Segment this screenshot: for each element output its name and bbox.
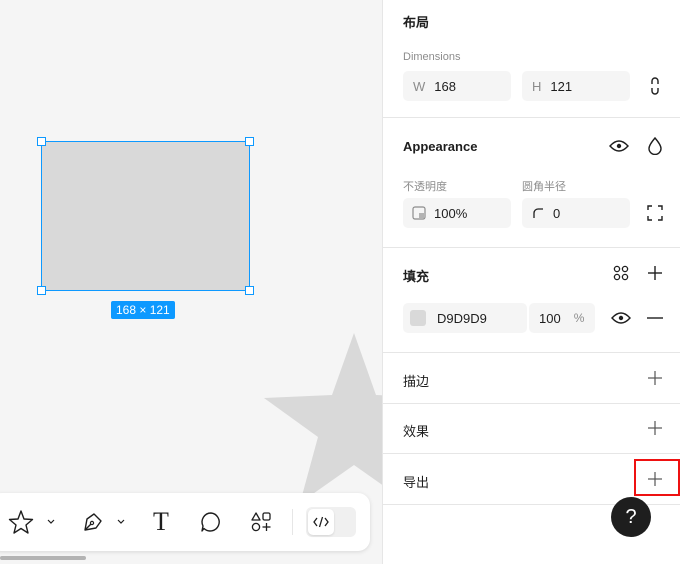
code-icon [313, 516, 329, 528]
remove-fill-button[interactable] [643, 306, 667, 330]
comment-tool-button[interactable] [196, 507, 226, 537]
fill-opacity-unit: % [573, 311, 585, 325]
export-add-highlight [634, 459, 680, 496]
properties-panel: 布局 Dimensions W 168 H 121 Appearance 不透明… [382, 0, 680, 564]
appearance-section: Appearance 不透明度 圆角半径 100% 0 [383, 118, 680, 248]
opacity-label: 不透明度 [403, 181, 447, 193]
corner-radius-value: 0 [553, 205, 561, 221]
effects-section: 效果 [383, 404, 680, 454]
stroke-section: 描边 [383, 353, 680, 404]
add-effect-button[interactable] [643, 416, 667, 440]
width-field[interactable]: W 168 [403, 71, 511, 101]
corner-radius-icon [533, 208, 543, 218]
height-prefix: H [532, 78, 542, 94]
width-value: 168 [434, 78, 456, 94]
size-badge: 168 × 121 [111, 301, 175, 319]
width-prefix: W [413, 78, 426, 94]
eye-icon [611, 312, 631, 324]
fill-hex-value: D9D9D9 [437, 310, 487, 326]
comment-icon [201, 512, 220, 532]
chevron-down-icon[interactable] [116, 511, 126, 531]
actions-tool-button[interactable] [246, 507, 276, 537]
star-tool-button[interactable] [6, 507, 36, 537]
fill-title: 填充 [403, 269, 430, 284]
appearance-title: Appearance [403, 139, 478, 154]
selected-rectangle[interactable] [41, 141, 250, 291]
eye-icon [609, 140, 629, 152]
bottom-toolbar: T [0, 493, 370, 551]
layout-section: 布局 Dimensions W 168 H 121 [383, 0, 680, 118]
horizontal-scrollbar[interactable] [0, 556, 86, 560]
drop-icon [648, 137, 662, 155]
corner-radius-label: 圆角半径 [522, 181, 566, 193]
visibility-button[interactable] [607, 134, 631, 158]
plus-icon [648, 371, 662, 385]
height-value: 121 [550, 78, 573, 94]
fill-swatch[interactable] [410, 310, 426, 326]
effects-title: 效果 [403, 424, 430, 439]
add-fill-button[interactable] [643, 261, 667, 285]
export-title: 导出 [403, 475, 430, 490]
minus-icon [647, 317, 663, 319]
plus-icon [648, 266, 662, 280]
text-icon: T [153, 507, 169, 536]
styles-icon [613, 265, 629, 281]
resize-handle-top-right[interactable] [245, 137, 254, 146]
chevron-down-icon[interactable] [46, 511, 56, 531]
resize-handle-top-left[interactable] [37, 137, 46, 146]
help-button[interactable]: ? [611, 497, 651, 537]
plus-icon [648, 421, 662, 435]
constrain-proportions-button[interactable] [643, 74, 667, 98]
resize-handle-bottom-left[interactable] [37, 286, 46, 295]
dev-mode-toggle[interactable] [306, 507, 356, 537]
canvas[interactable]: 168 × 121 T [0, 0, 382, 564]
fill-visibility-button[interactable] [609, 306, 633, 330]
toggle-knob [308, 509, 334, 535]
help-icon: ? [625, 505, 637, 528]
height-field[interactable]: H 121 [522, 71, 630, 101]
corners-icon [647, 205, 663, 221]
text-tool-button[interactable]: T [146, 507, 176, 537]
link-icon [651, 77, 659, 95]
actions-icon [251, 512, 271, 532]
fill-section: 填充 D9D9D9 100 % [383, 248, 680, 353]
opacity-field[interactable]: 100% [403, 198, 511, 228]
corner-radius-field[interactable]: 0 [522, 198, 630, 228]
layout-title: 布局 [403, 15, 430, 30]
fill-opacity-field[interactable]: 100 % [529, 303, 595, 333]
fill-color-field[interactable]: D9D9D9 [403, 303, 527, 333]
fill-opacity-value: 100 [539, 310, 561, 326]
resize-handle-bottom-right[interactable] [245, 286, 254, 295]
independent-corners-button[interactable] [643, 201, 667, 225]
dimensions-label: Dimensions [403, 51, 461, 63]
add-stroke-button[interactable] [643, 366, 667, 390]
pen-icon [84, 513, 102, 531]
opacity-icon [412, 206, 426, 220]
star-icon [8, 510, 34, 534]
blend-mode-button[interactable] [643, 134, 667, 158]
stroke-title: 描边 [403, 374, 430, 389]
pen-tool-button[interactable] [78, 507, 108, 537]
toolbar-divider [292, 509, 293, 535]
styles-button[interactable] [609, 261, 633, 285]
opacity-value: 100% [434, 205, 468, 221]
star-shape[interactable] [262, 333, 382, 508]
